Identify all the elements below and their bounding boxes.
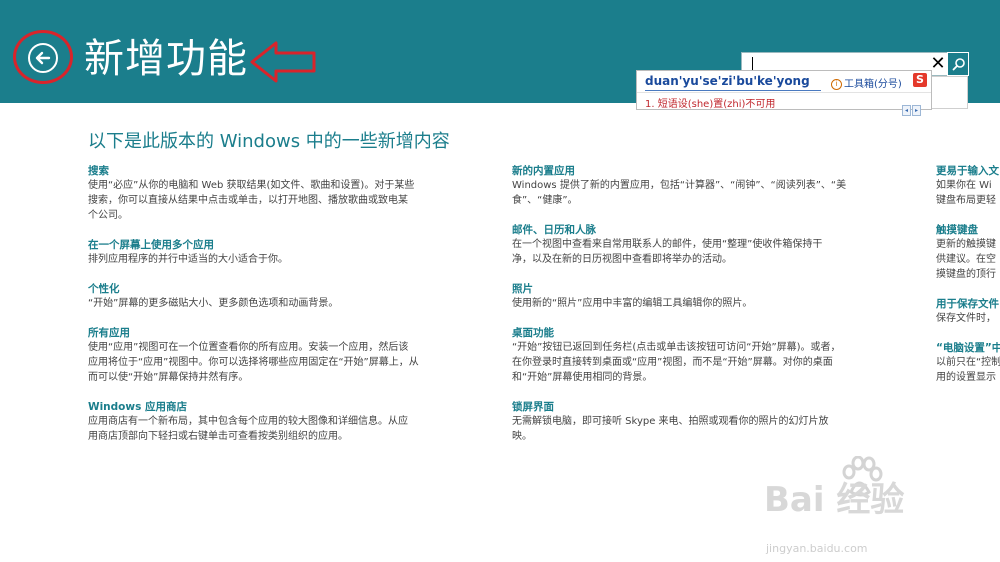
feature-title: 搜索 bbox=[88, 165, 109, 177]
feature-description-line: 无需解锁电脑，即可接听 Skype 来电、拍照或观看你的照片的幻灯片放 bbox=[512, 416, 829, 427]
feature-title: 桌面功能 bbox=[512, 327, 554, 339]
feature-section: 更易于输入文 如果你在 Wi 键盘布局更轻 bbox=[936, 164, 1000, 208]
search-button[interactable] bbox=[947, 52, 969, 76]
ime-pager: ◂ ▸ bbox=[901, 97, 921, 116]
feature-description-line: 摸键盘的顶行 bbox=[936, 269, 996, 280]
watermark-url: jingyan.baidu.com bbox=[766, 542, 868, 555]
feature-description-line: 使用“应用”视图可在一个位置查看你的所有应用。安装一个应用，然后该 bbox=[88, 342, 409, 353]
feature-description-line: 应用商店有一个新布局，其中包含每个应用的较大图像和详细信息。从应 bbox=[88, 416, 408, 427]
ime-divider bbox=[637, 92, 931, 93]
feature-section: 个性化 “开始”屏幕的更多磁贴大小、更多颜色选项和动画背景。 bbox=[88, 282, 448, 311]
feature-section: 邮件、日历和人脉在一个视图中查看来自常用联系人的邮件，使用“整理”使收件箱保持干… bbox=[512, 223, 872, 267]
feature-description-line: 净，以及在新的日历视图中查看即将举办的活动。 bbox=[512, 254, 732, 265]
feature-description-line: 和“开始”屏幕使用相同的背景。 bbox=[512, 372, 653, 383]
feature-description-line: 在一个视图中查看来自常用联系人的邮件，使用“整理”使收件箱保持干 bbox=[512, 239, 823, 250]
back-button[interactable] bbox=[28, 43, 58, 73]
ime-candidate-1[interactable]: 1. 短语设(she)置(zhi)不可用 bbox=[645, 95, 775, 110]
feature-description-line: 键盘布局更轻 bbox=[936, 195, 996, 206]
feature-description-line: 保存文件时， bbox=[936, 313, 996, 324]
feature-section: 用于保存文件 保存文件时， bbox=[936, 297, 1000, 326]
feature-description-line: 排列应用程序的并行中适当的大小适合于你。 bbox=[88, 254, 288, 265]
feature-column-2: 新的内置应用 Windows 提供了新的内置应用，包括“计算器”、“闹钟”、“阅读… bbox=[512, 164, 872, 459]
magnifier-icon bbox=[952, 58, 965, 71]
feature-description-line: 用的设置显示 bbox=[936, 372, 996, 383]
feature-description-line: 映。 bbox=[512, 431, 532, 442]
feature-title: “电脑设置”中 bbox=[936, 342, 1000, 354]
back-arrow-icon bbox=[35, 51, 51, 65]
feature-description-line: 应用将位于“应用”视图中。你可以选择将哪些应用固定在“开始”屏幕上，从 bbox=[88, 357, 419, 368]
feature-title: 锁屏界面 bbox=[512, 401, 554, 413]
ime-candidate-window: duan'yu'se'zi'bu'ke'yong i 工具箱(分号) S 1. 短… bbox=[636, 70, 932, 116]
feature-description-line: 搜索，你可以直接从结果中点击或单击，以打开地图、播放歌曲或致电某 bbox=[88, 195, 408, 206]
ime-prev-page-icon[interactable]: ◂ bbox=[902, 105, 911, 116]
feature-description-line: 个公司。 bbox=[88, 210, 128, 221]
text-caret bbox=[752, 57, 753, 71]
feature-title: 个性化 bbox=[88, 283, 120, 295]
feature-description-line: 用商店顶部向下轻扫或右键单击可查看按类别组织的应用。 bbox=[88, 431, 348, 442]
feature-title: 新的内置应用 bbox=[512, 165, 575, 177]
feature-description-line: 在你登录时直接转到桌面或“应用”视图，而不是“开始”屏幕。对你的桌面 bbox=[512, 357, 833, 368]
red-annotation-arrow-icon bbox=[250, 41, 316, 83]
ime-composition-underline bbox=[645, 90, 821, 91]
ime-toolbox-icon: i bbox=[831, 78, 842, 90]
feature-description-line: Windows 提供了新的内置应用，包括“计算器”、“闹钟”、“阅读列表”、“美 bbox=[512, 180, 847, 191]
feature-description-line: 更新的触摸键 bbox=[936, 239, 996, 250]
feature-section: “电脑设置”中 以前只在“控制 用的设置显示 bbox=[936, 341, 1000, 385]
feature-title: Windows 应用商店 bbox=[88, 401, 187, 413]
ime-toolbox-button[interactable]: i 工具箱(分号) bbox=[831, 75, 902, 90]
feature-description-line: 以前只在“控制 bbox=[936, 357, 1000, 368]
watermark-brand: Bai 经验 bbox=[764, 480, 905, 520]
feature-title: 邮件、日历和人脉 bbox=[512, 224, 596, 236]
feature-title: 在一个屏幕上使用多个应用 bbox=[88, 239, 214, 251]
ime-toolbox-label: 工具箱(分号) bbox=[844, 79, 902, 90]
feature-title: 触摸键盘 bbox=[936, 224, 978, 236]
feature-section: 搜索使用“必应”从你的电脑和 Web 获取结果(如文件、歌曲和设置)。对于某些搜… bbox=[88, 164, 448, 223]
feature-section: Windows 应用商店应用商店有一个新布局，其中包含每个应用的较大图像和详细信… bbox=[88, 400, 448, 444]
feature-section: 照片使用新的“照片”应用中丰富的编辑工具编辑你的照片。 bbox=[512, 282, 872, 311]
feature-description-line: “开始”屏幕的更多磁贴大小、更多颜色选项和动画背景。 bbox=[88, 298, 339, 309]
feature-title: 所有应用 bbox=[88, 327, 130, 339]
ime-pinyin-composition: duan'yu'se'zi'bu'ke'yong bbox=[645, 74, 810, 88]
feature-description-line: 使用新的“照片”应用中丰富的编辑工具编辑你的照片。 bbox=[512, 298, 753, 309]
feature-column-3: 更易于输入文 如果你在 Wi 键盘布局更轻 触摸键盘更新的触摸键 供建议。在空 摸键盘的顶… bbox=[936, 164, 1000, 400]
feature-title: 用于保存文件 bbox=[936, 298, 999, 310]
sogou-logo-icon: S bbox=[913, 73, 927, 87]
feature-description-line: 供建议。在空 bbox=[936, 254, 996, 265]
feature-section: 锁屏界面无需解锁电脑，即可接听 Skype 来电、拍照或观看你的照片的幻灯片放映… bbox=[512, 400, 872, 444]
page-title: 新增功能 bbox=[84, 36, 248, 82]
feature-title: 更易于输入文 bbox=[936, 165, 999, 177]
feature-column-1: 搜索使用“必应”从你的电脑和 Web 获取结果(如文件、歌曲和设置)。对于某些搜… bbox=[88, 164, 448, 459]
feature-section: 桌面功能 “开始”按钮已返回到任务栏(点击或单击该按钮可访问“开始”屏幕)。或者，… bbox=[512, 326, 872, 385]
feature-description-line: 食”、“健康”。 bbox=[512, 195, 578, 206]
feature-section: 在一个屏幕上使用多个应用排列应用程序的并行中适当的大小适合于你。 bbox=[88, 238, 448, 267]
feature-section: 所有应用使用“应用”视图可在一个位置查看你的所有应用。安装一个应用，然后该 应用将… bbox=[88, 326, 448, 385]
feature-description-line: 而可以使“开始”屏幕保持井然有序。 bbox=[88, 372, 249, 383]
feature-description-line: 使用“必应”从你的电脑和 Web 获取结果(如文件、歌曲和设置)。对于某些 bbox=[88, 180, 415, 191]
feature-description-line: 如果你在 Wi bbox=[936, 180, 992, 191]
intro-heading: 以下是此版本的 Windows 中的一些新增内容 bbox=[88, 131, 450, 152]
feature-title: 照片 bbox=[512, 283, 533, 295]
feature-section: 新的内置应用 Windows 提供了新的内置应用，包括“计算器”、“闹钟”、“阅读… bbox=[512, 164, 872, 208]
feature-description-line: “开始”按钮已返回到任务栏(点击或单击该按钮可访问“开始”屏幕)。或者， bbox=[512, 342, 841, 353]
ime-next-page-icon[interactable]: ▸ bbox=[912, 105, 921, 116]
feature-section: 触摸键盘更新的触摸键 供建议。在空 摸键盘的顶行 bbox=[936, 223, 1000, 282]
